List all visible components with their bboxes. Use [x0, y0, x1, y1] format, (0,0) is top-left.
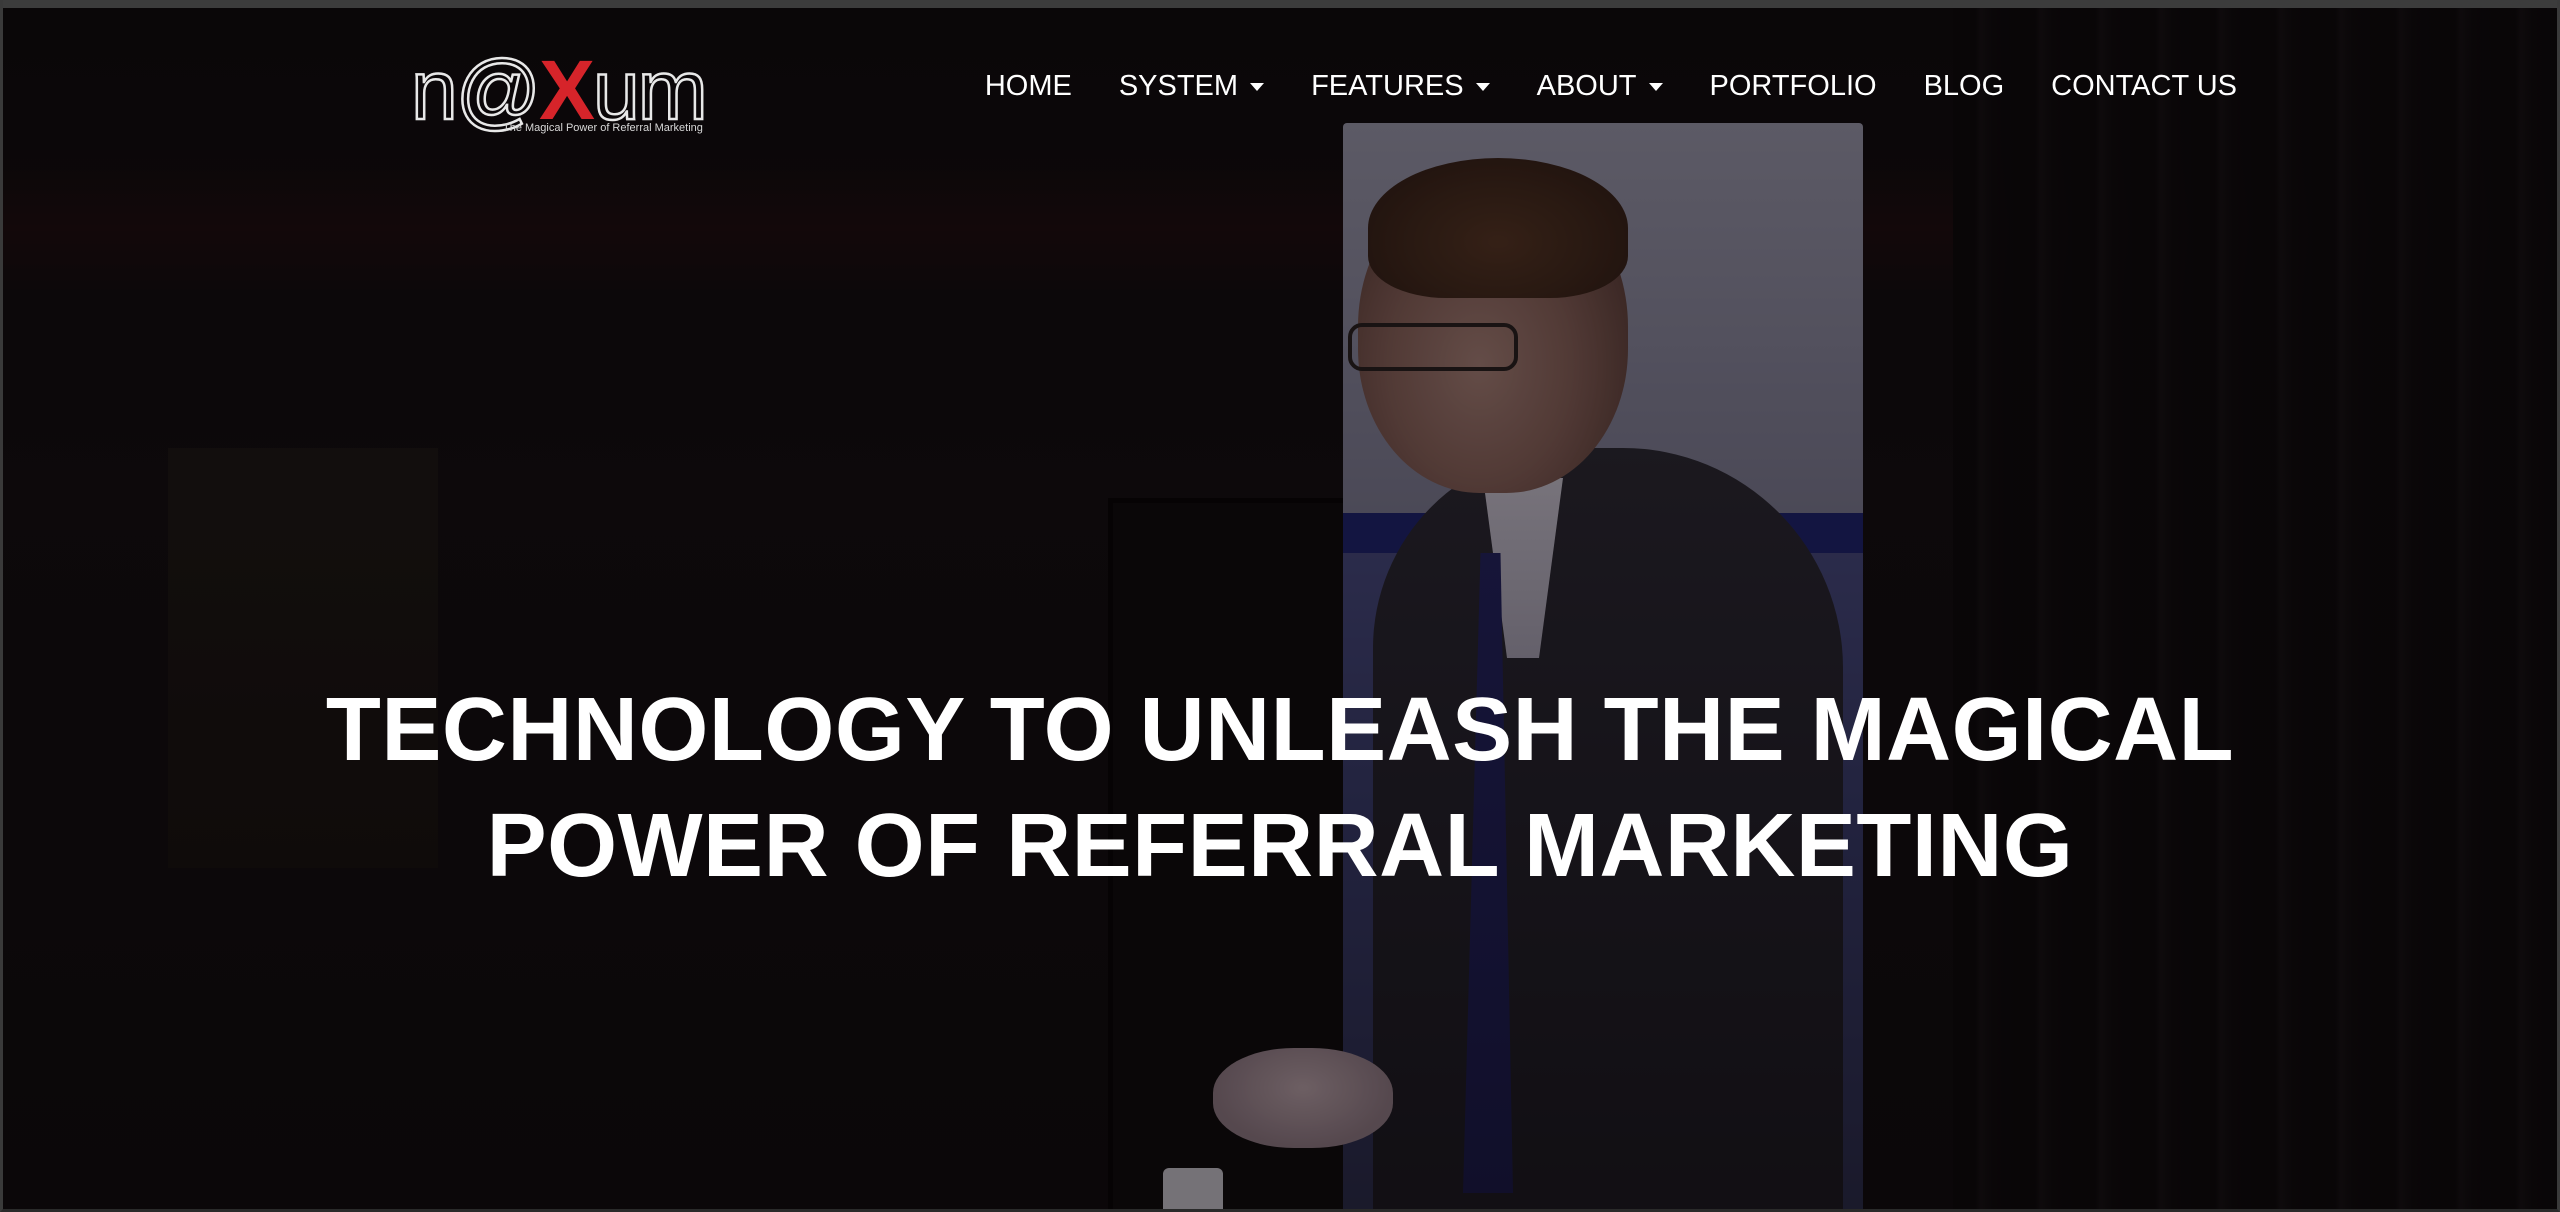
- main-nav: HOME SYSTEM FEATURES ABOUT PORTFOLIO BLO…: [938, 66, 2237, 106]
- nav-item-label: HOME: [984, 70, 1072, 102]
- caret-down-icon: [1648, 83, 1663, 91]
- browser-top-strip: [3, 0, 2557, 8]
- nav-item-label: CONTACT US: [2051, 70, 2237, 102]
- caret-down-icon: [1250, 83, 1265, 91]
- logo-wordmark: n@Xum: [410, 43, 709, 137]
- nav-item-label: ABOUT: [1536, 70, 1637, 102]
- nav-item-features[interactable]: FEATURES: [1311, 66, 1490, 106]
- nav-item-about[interactable]: ABOUT: [1537, 66, 1663, 106]
- page: n@Xum The Magical Power of Referral Mark…: [0, 0, 2560, 1212]
- nav-item-label: BLOG: [1923, 70, 2005, 102]
- nav-item-home[interactable]: HOME: [985, 66, 1072, 106]
- caret-down-icon: [1475, 83, 1490, 91]
- hero-headline-line-2: POWER OF REFERRAL MARKETING: [486, 796, 2074, 897]
- nav-item-label: FEATURES: [1311, 70, 1464, 102]
- nav-item-label: PORTFOLIO: [1709, 70, 1877, 102]
- hero-video-background: [3, 8, 2557, 1209]
- nav-item-portfolio[interactable]: PORTFOLIO: [1710, 66, 1877, 106]
- naxum-logo[interactable]: n@Xum The Magical Power of Referral Mark…: [410, 43, 711, 138]
- nav-item-system[interactable]: SYSTEM: [1118, 66, 1265, 106]
- hero-headline-line-1: TECHNOLOGY TO UNLEASH THE MAGICAL: [325, 680, 2235, 781]
- hero-dim-overlay: [3, 8, 2557, 1209]
- nav-item-blog[interactable]: BLOG: [1924, 66, 2005, 106]
- hero-headline: TECHNOLOGY TO UNLEASH THE MAGICAL POWER …: [3, 672, 2557, 904]
- logo-tagline: The Magical Power of Referral Marketing: [503, 122, 703, 134]
- site-header: n@Xum The Magical Power of Referral Mark…: [3, 8, 2557, 148]
- nav-item-contact-us[interactable]: CONTACT US: [2051, 66, 2237, 106]
- nav-item-label: SYSTEM: [1118, 70, 1239, 102]
